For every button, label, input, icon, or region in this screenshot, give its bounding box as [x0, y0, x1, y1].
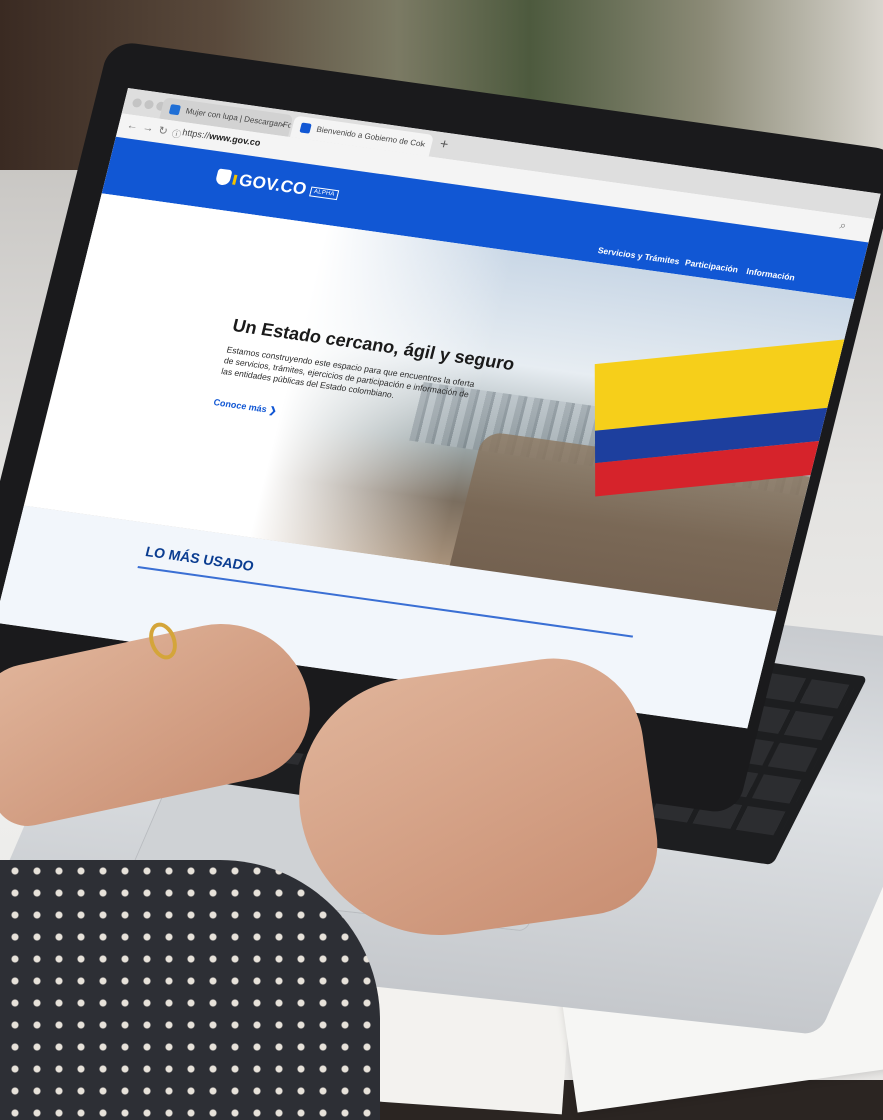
- patterned-sleeve: [0, 860, 380, 1120]
- nav-informacion[interactable]: Información: [745, 266, 796, 283]
- url-domain: www.gov.co: [208, 130, 262, 148]
- window-minimize-dot[interactable]: [143, 99, 155, 110]
- zoom-icon[interactable]: ⌕: [838, 220, 847, 234]
- alpha-badge: ALPHA: [308, 186, 340, 201]
- govco-logo[interactable]: GOV.CO ALPHA: [214, 167, 341, 204]
- flag-tick-icon: [232, 174, 238, 185]
- laptop-screen: Mujer con lupa | Descargar Fot × Bienven…: [0, 88, 881, 729]
- shield-icon: [214, 168, 233, 186]
- logo-text: GOV.CO: [237, 170, 309, 199]
- nav-participacion[interactable]: Participación: [684, 257, 739, 274]
- tab-favicon: [168, 104, 182, 116]
- forward-icon[interactable]: →: [141, 122, 155, 135]
- info-icon[interactable]: ⓘ: [171, 127, 183, 141]
- new-tab-button[interactable]: +: [438, 135, 450, 152]
- tab-favicon: [299, 122, 312, 134]
- back-icon[interactable]: ←: [125, 119, 139, 132]
- nav-servicios-tramites[interactable]: Servicios y Trámites: [597, 245, 681, 266]
- window-close-dot[interactable]: [131, 97, 143, 108]
- reload-icon[interactable]: ↻: [157, 124, 169, 138]
- close-icon[interactable]: ×: [418, 133, 429, 155]
- url-prefix: https://: [181, 127, 211, 141]
